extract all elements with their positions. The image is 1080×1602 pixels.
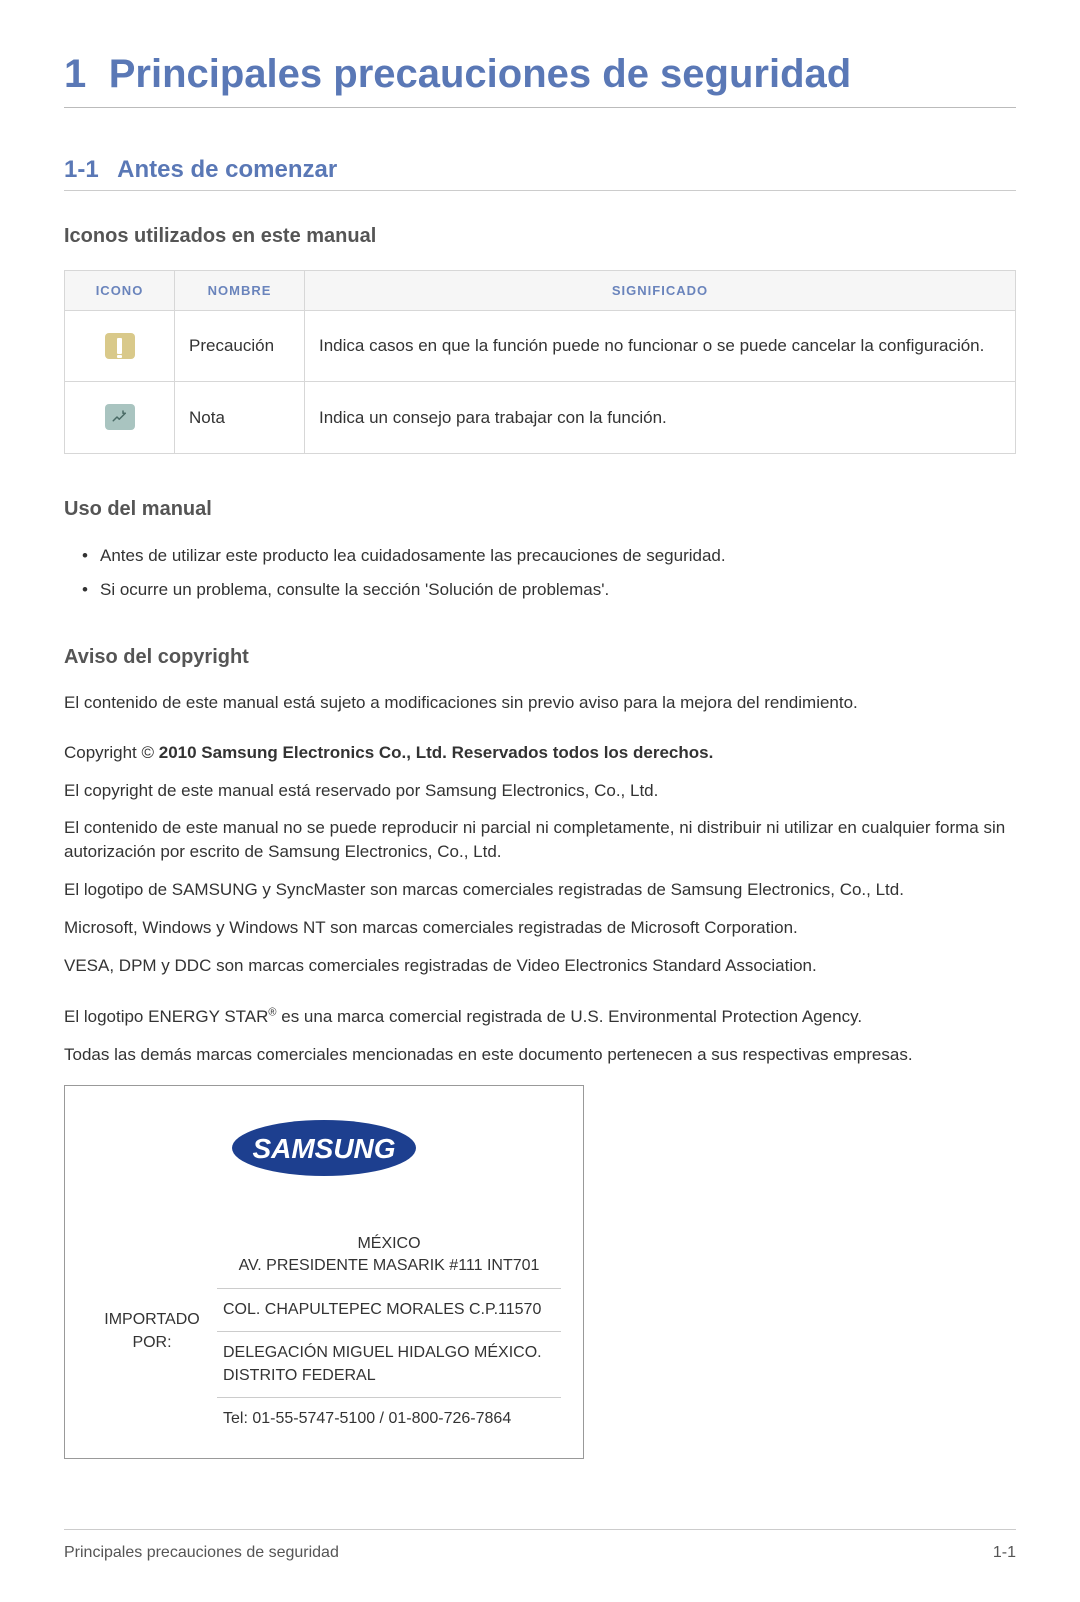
importer-addr3: DELEGACIÓN MIGUEL HIDALGO MÉXICO. DISTRI…	[217, 1332, 561, 1398]
copyright-p5: Microsoft, Windows y Windows NT son marc…	[64, 916, 1016, 940]
copyright-p1: El contenido de este manual está sujeto …	[64, 691, 1016, 715]
icons-heading: Iconos utilizados en este manual	[64, 225, 1016, 248]
samsung-logo-icon: SAMSUNG	[229, 1118, 419, 1183]
importer-table: IMPORTADO POR: MÉXICO AV. PRESIDENTE MAS…	[87, 1223, 561, 1440]
section-number: 1-1	[64, 156, 99, 183]
importer-label: IMPORTADO POR:	[87, 1223, 217, 1440]
icons-section: Iconos utilizados en este manual ICONO N…	[64, 225, 1016, 454]
importer-country-addr1: MÉXICO AV. PRESIDENTE MASARIK #111 INT70…	[217, 1223, 561, 1288]
usage-section: Uso del manual Antes de utilizar este pr…	[64, 498, 1016, 602]
chapter-title: 1 Principales precauciones de seguridad	[64, 52, 1016, 108]
energy-post: es una marca comercial registrada de U.S…	[277, 1007, 863, 1026]
copyright-prefix: Copyright ©	[64, 743, 159, 762]
chapter-title-text: Principales precauciones de seguridad	[109, 52, 852, 96]
table-row: Precaución Indica casos en que la funció…	[65, 311, 1016, 382]
icons-th-icon: ICONO	[65, 271, 175, 311]
copyright-p4: El logotipo de SAMSUNG y SyncMaster son …	[64, 878, 1016, 902]
copyright-heading: Aviso del copyright	[64, 646, 1016, 669]
section-title: 1-1 Antes de comenzar	[64, 156, 1016, 191]
section-title-text: Antes de comenzar	[117, 156, 337, 183]
list-item: Si ocurre un problema, consulte la secci…	[82, 577, 1016, 603]
copyright-p2: El copyright de este manual está reserva…	[64, 779, 1016, 803]
copyright-p6: VESA, DPM y DDC son marcas comerciales r…	[64, 954, 1016, 978]
usage-heading: Uso del manual	[64, 498, 1016, 521]
icon-meaning: Indica casos en que la función puede no …	[305, 311, 1016, 382]
list-item: Antes de utilizar este producto lea cuid…	[82, 543, 1016, 569]
icon-name: Nota	[175, 382, 305, 454]
importer-addr2: COL. CHAPULTEPEC MORALES C.P.11570	[217, 1288, 561, 1331]
footer-right: 1-1	[993, 1544, 1016, 1562]
page-footer: Principales precauciones de seguridad 1-…	[64, 1529, 1016, 1562]
footer-left: Principales precauciones de seguridad	[64, 1544, 339, 1562]
energy-pre: El logotipo ENERGY STAR	[64, 1007, 268, 1026]
copyright-section: Aviso del copyright El contenido de este…	[64, 646, 1016, 1459]
copyright-p3: El contenido de este manual no se puede …	[64, 816, 1016, 864]
chapter-number: 1	[64, 52, 86, 96]
icon-name: Precaución	[175, 311, 305, 382]
copyright-energy: El logotipo ENERGY STAR® es una marca co…	[64, 1005, 1016, 1029]
importer-tel: Tel: 01-55-5747-5100 / 01-800-726-7864	[217, 1397, 561, 1440]
copyright-bold: 2010 Samsung Electronics Co., Ltd. Reser…	[159, 743, 714, 762]
icons-th-name: NOMBRE	[175, 271, 305, 311]
copyright-line: Copyright © 2010 Samsung Electronics Co.…	[64, 741, 1016, 765]
icons-table: ICONO NOMBRE SIGNIFICADO Precaución Indi…	[64, 270, 1016, 454]
caution-icon	[105, 333, 135, 359]
icon-meaning: Indica un consejo para trabajar con la f…	[305, 382, 1016, 454]
table-row: Nota Indica un consejo para trabajar con…	[65, 382, 1016, 454]
usage-bullets: Antes de utilizar este producto lea cuid…	[64, 543, 1016, 602]
note-icon	[105, 404, 135, 430]
energy-sup: ®	[268, 1007, 276, 1019]
icons-th-meaning: SIGNIFICADO	[305, 271, 1016, 311]
importer-box: SAMSUNG IMPORTADO POR: MÉXICO AV. PRESID…	[64, 1085, 584, 1459]
svg-text:SAMSUNG: SAMSUNG	[252, 1133, 395, 1164]
copyright-p8: Todas las demás marcas comerciales menci…	[64, 1043, 1016, 1067]
